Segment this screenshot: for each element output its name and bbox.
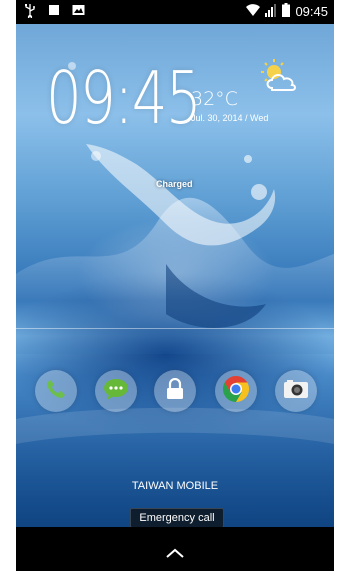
battery-icon [282,3,291,20]
emergency-call-button[interactable]: Emergency call [130,508,224,527]
lock-screen[interactable]: 09:45 32°C Jul. 30, 2014 / Wed Charged T… [16,24,334,527]
lock-clock: 09:45 [46,56,202,140]
shortcut-dock [16,328,334,416]
gallery-icon [72,4,86,18]
usb-icon [24,4,38,18]
signal-icon [265,3,277,20]
phone-screen: 09:45 09:45 32°C Jul. 30, 2014 / Wed Cha… [16,0,334,571]
sun-cloud-icon [256,58,302,99]
screenshot-frame: 09:45 09:45 32°C Jul. 30, 2014 / Wed Cha… [0,0,339,571]
camera-shortcut-button[interactable] [275,370,317,412]
status-right: 09:45 [246,3,328,20]
chrome-shortcut-button[interactable] [215,370,257,412]
messaging-shortcut-button[interactable] [95,370,137,412]
phone-shortcut-button[interactable] [35,370,77,412]
lock-icon [166,377,184,405]
chrome-icon [222,375,250,408]
chat-icon [103,378,129,405]
status-bar: 09:45 [16,0,334,24]
status-time: 09:45 [295,4,328,19]
date: Jul. 30, 2014 / Wed [191,113,269,123]
camera-icon [283,379,309,404]
chevron-up-icon[interactable] [166,545,184,563]
temperature: 32°C [191,88,238,110]
unlock-button[interactable] [154,370,196,412]
dock-divider [16,328,334,329]
status-left [24,4,86,18]
charge-status: Charged [156,179,193,189]
square-icon [48,4,62,18]
wifi-icon [246,3,261,20]
carrier-label: TAIWAN MOBILE [131,480,219,492]
navigation-bar [16,527,334,571]
phone-icon [45,378,67,405]
